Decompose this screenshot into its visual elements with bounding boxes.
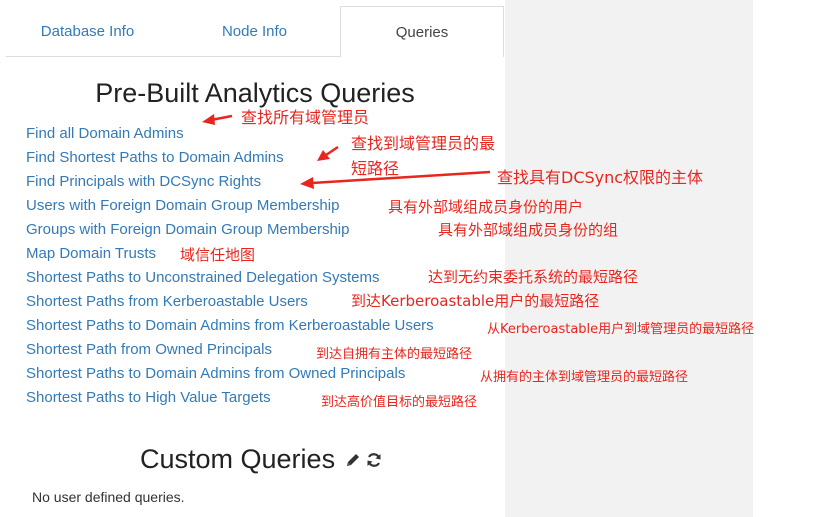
arrow-annotation-3 bbox=[300, 170, 491, 189]
arrow-annotation-1 bbox=[317, 145, 339, 161]
annotation-arrows bbox=[202, 114, 491, 189]
arrow-annotation-0 bbox=[202, 114, 233, 125]
